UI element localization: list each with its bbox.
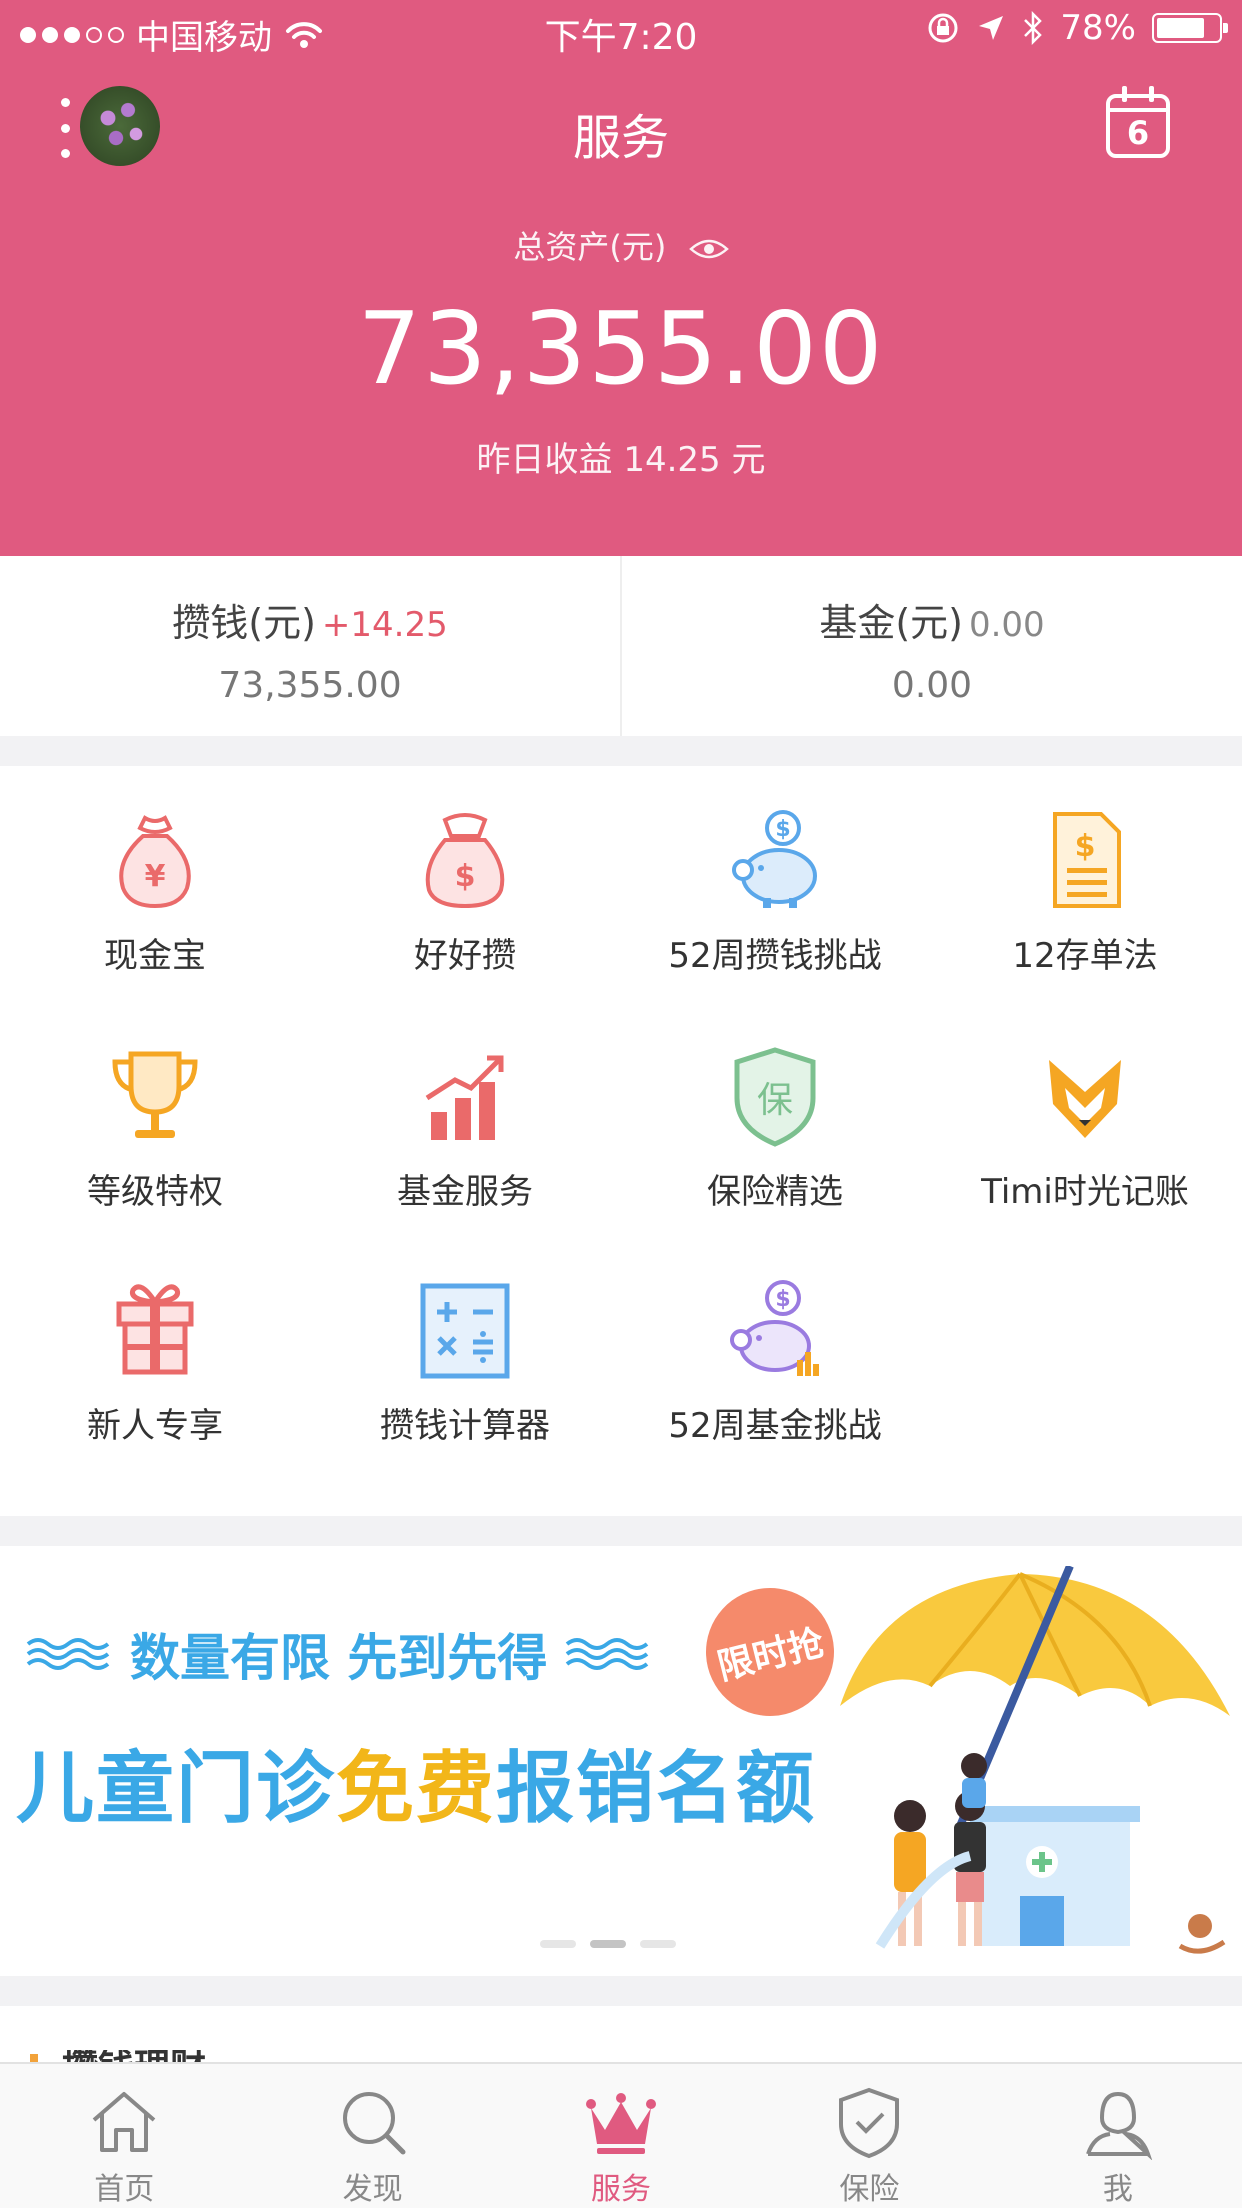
service-12-deposit[interactable]: $ 12存单法 [930,766,1240,996]
svg-text:$: $ [1075,829,1096,864]
tile-label: 保险精选 [707,1172,843,1212]
svg-text:$: $ [775,817,790,842]
tile-label: 12存单法 [1012,936,1158,976]
tab-me[interactable]: 我 [994,2064,1242,2208]
tab-label: 服务 [591,2172,652,2207]
shield-icon: 保 [734,1047,816,1147]
savings-change: +14.25 [321,605,448,645]
tab-label: 我 [1102,2172,1133,2207]
money-bag-icon: ¥ [119,815,191,909]
account-summary: 攒钱(元) +14.25 73,355.00 基金(元) 0.00 0.00 [0,556,1242,736]
savings-summary[interactable]: 攒钱(元) +14.25 73,355.00 [0,556,620,736]
eye-icon[interactable] [688,238,729,260]
wave-right-icon [566,1638,649,1670]
nav-bar: 服务 6 [0,80,1242,180]
banner-highlight: 免费 [336,1744,497,1834]
tab-home[interactable]: 首页 [0,2064,248,2208]
pager-dot[interactable] [640,1940,676,1948]
calculator-icon [420,1283,510,1379]
tab-label: 首页 [94,2172,155,2207]
calendar-icon[interactable]: 6 [1106,86,1170,158]
tab-discover[interactable]: 发现 [248,2064,496,2208]
service-calculator[interactable]: 攒钱计算器 [310,1236,620,1466]
crown-icon [586,2093,657,2154]
trophy-icon [112,1051,198,1138]
banner-headline: 数量有限 先到先得 [26,1618,651,1690]
calendar-day: 6 [1126,114,1150,152]
search-icon [342,2092,406,2155]
service-cash-treasure[interactable]: ¥ 现金宝 [0,766,310,996]
service-timi[interactable]: Timi时光记账 [930,1002,1240,1232]
fox-icon [1049,1060,1121,1138]
service-52-week-challenge[interactable]: $ 52周攒钱挑战 [620,766,930,996]
yesterday-earnings: 昨日收益 14.25 元 [476,440,766,480]
tile-label: Timi时光记账 [981,1172,1189,1212]
promo-banner[interactable]: 数量有限 先到先得 儿童门诊免费报销名额 限时抢 [0,1546,1242,1976]
tab-label: 保险 [839,2172,900,2207]
savings-value: 73,355.00 [218,665,402,706]
tile-label: 好好攒 [414,936,516,976]
status-right: 78% [926,8,1228,48]
tab-bar: 首页 发现 服务 保险 我 [0,2062,1242,2208]
battery-icon [1152,13,1228,43]
tile-label: 52周基金挑战 [668,1406,882,1446]
tile-label: 新人专享 [87,1406,223,1446]
fund-title: 基金(元) [819,601,963,645]
page-title: 服务 [572,110,669,166]
bluetooth-icon [1024,11,1043,45]
tab-service[interactable]: 服务 [497,2064,745,2208]
service-save-well[interactable]: $ 好好攒 [310,766,620,996]
total-assets-label-text: 总资产(元) [513,228,667,266]
fund-summary[interactable]: 基金(元) 0.00 0.00 [620,556,1242,736]
header: 中国移动 下午7:20 78% 服务 6 总资产(元) 73,355.00 昨日… [0,0,1242,556]
banner-line1: 数量有限 先到先得 [130,1629,548,1687]
svg-text:保: 保 [757,1080,793,1121]
battery-percent: 78% [1060,8,1136,48]
tile-label: 现金宝 [104,936,206,976]
tab-label: 发现 [342,2172,403,2207]
pager-dot[interactable] [540,1940,576,1948]
tile-label: 基金服务 [397,1172,533,1212]
wave-left-icon [26,1638,110,1670]
tile-label: 等级特权 [87,1172,223,1212]
total-assets-label: 总资产(元) [0,222,1242,268]
tab-insurance[interactable]: 保险 [745,2064,993,2208]
fund-change: 0.00 [968,605,1045,645]
svg-text:$: $ [775,1287,790,1312]
savings-title: 攒钱(元) [172,601,316,645]
fund-value: 0.00 [891,665,973,706]
service-insurance[interactable]: 保 保险精选 [620,1002,930,1232]
service-fund[interactable]: 基金服务 [310,1002,620,1232]
home-icon [92,2092,156,2152]
pager-dot-active[interactable] [590,1940,626,1948]
status-bar: 中国移动 下午7:20 78% [0,0,1242,62]
banner-pager [540,1940,676,1948]
battery-fill [1157,18,1204,38]
dollar-bag-icon: $ [425,813,505,909]
banner-subheadline: 儿童门诊免费报销名额 [16,1726,816,1838]
tile-label: 52周攒钱挑战 [668,936,882,976]
service-52-week-fund[interactable]: $ 52周基金挑战 [620,1236,930,1466]
tile-label: 攒钱计算器 [380,1406,550,1446]
rotation-lock-icon [928,13,958,43]
banner-suffix: 报销名额 [496,1744,817,1834]
document-dollar-icon: $ [1053,812,1121,908]
piggy-bank-icon: $ [732,810,817,908]
service-grid: ¥ 现金宝 $ 好好攒 $ 52周攒钱挑战 $ 12存单法 等级特权 基金服务 … [0,766,1242,1516]
total-assets-value: 73,355.00 [357,290,885,407]
savings-section: 攒钱理财 [0,2006,1242,2066]
svg-text:¥: ¥ [145,859,166,894]
bar-chart-icon [425,1055,504,1140]
service-newcomer[interactable]: 新人专享 [0,1236,310,1466]
user-icon [1085,2091,1152,2160]
service-level-privilege[interactable]: 等级特权 [0,1002,310,1232]
shield-check-icon [839,2087,900,2159]
piggy-chart-icon: $ [730,1280,819,1376]
umbrella-family-illustration [840,1566,1230,1954]
banner-prefix: 儿童门诊 [16,1744,337,1834]
svg-text:$: $ [455,859,476,894]
location-icon [979,16,1004,40]
gift-icon [116,1284,194,1375]
